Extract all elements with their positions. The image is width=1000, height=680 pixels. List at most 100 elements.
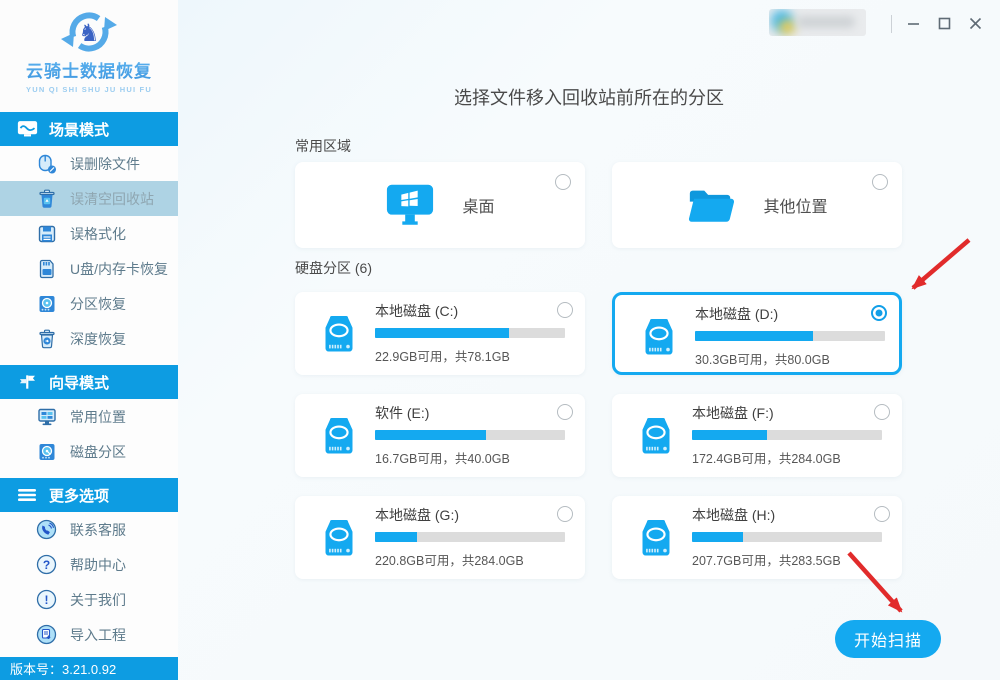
disk-usage-fill: [692, 430, 767, 440]
sidebar-item-label: 联系客服: [70, 521, 126, 538]
sidebar-item-emptied-recycle-bin[interactable]: 误清空回收站: [0, 181, 178, 216]
sidebar-item-label: 导入工程: [70, 626, 126, 643]
menu-icon: [16, 486, 38, 504]
disk-card-h[interactable]: 本地磁盘 (H:) 207.7GB可用，共283.5GB: [612, 496, 902, 579]
hard-drive-icon: [325, 418, 353, 454]
sidebar-item-partition-recovery[interactable]: 分区恢复: [0, 286, 178, 321]
app-window: ♞ 云骑士数据恢复 YUN QI SHI SHU JU HUI FU 场景模式 …: [0, 0, 1000, 680]
mouse-icon: [36, 153, 57, 174]
sidebar-item-label: 关于我们: [70, 591, 126, 608]
disk-name: 本地磁盘 (C:): [375, 303, 459, 319]
app-logo: ♞ 云骑士数据恢复 YUN QI SHI SHU JU HUI FU: [0, 0, 178, 112]
radio-disk-c[interactable]: [557, 302, 573, 318]
titlebar-separator: [891, 15, 892, 33]
disk-capacity: 207.7GB可用，共283.5GB: [692, 554, 841, 568]
disk-card-f[interactable]: 本地磁盘 (F:) 172.4GB可用，共284.0GB: [612, 394, 902, 477]
sidebar-item-about-us[interactable]: ! 关于我们: [0, 582, 178, 617]
radio-disk-e[interactable]: [557, 404, 573, 420]
svg-text:?: ?: [43, 558, 50, 572]
logo-circular-arrows-icon: ♞: [61, 12, 117, 52]
sidebar-item-usb-recovery[interactable]: U盘/内存卡恢复: [0, 251, 178, 286]
sidebar-item-common-locations[interactable]: 常用位置: [0, 399, 178, 434]
sidebar-item-contact-support[interactable]: 联系客服: [0, 512, 178, 547]
sidebar-item-disk-partitions[interactable]: 磁盘分区: [0, 434, 178, 469]
sidebar-item-label: 深度恢复: [70, 330, 126, 347]
card-label: 其他位置: [763, 199, 828, 216]
disk-usage-fill: [692, 532, 743, 542]
disk-name: 本地磁盘 (G:): [375, 507, 459, 523]
sidebar-item-help-center[interactable]: ? 帮助中心: [0, 547, 178, 582]
disk-name: 软件 (E:): [375, 405, 430, 421]
disk-usage-bar: [695, 331, 885, 341]
section-label: 向导模式: [49, 374, 110, 392]
disk-name: 本地磁盘 (D:): [695, 306, 779, 322]
start-scan-button[interactable]: 开始扫描: [835, 620, 941, 658]
disk-icon: [36, 441, 57, 462]
sidebar-item-deleted-files[interactable]: 误删除文件: [0, 146, 178, 181]
minimize-button[interactable]: [900, 10, 926, 36]
disk-name: 本地磁盘 (H:): [692, 507, 776, 523]
disk-card-g[interactable]: 本地磁盘 (G:) 220.8GB可用，共284.0GB: [295, 496, 585, 579]
disk-usage-bar: [375, 430, 565, 440]
sidebar-item-deep-recovery[interactable]: 深度恢复: [0, 321, 178, 356]
close-button[interactable]: [962, 10, 988, 36]
partition-icon: [36, 293, 57, 314]
radio-disk-d[interactable]: [871, 305, 887, 321]
window-controls: [900, 10, 988, 36]
card-other-location[interactable]: 其他位置: [612, 162, 902, 248]
scene-mode-icon: [16, 120, 38, 138]
question-icon: ?: [36, 554, 57, 575]
hard-drive-icon: [642, 418, 670, 454]
sidebar-item-label: 常用位置: [70, 408, 126, 425]
card-desktop[interactable]: 桌面: [295, 162, 585, 248]
monitor-icon: [36, 406, 57, 427]
signpost-icon: [16, 373, 38, 391]
sidebar-section-more-options: 更多选项: [0, 478, 178, 512]
recycle-bin-icon: [36, 188, 57, 209]
close-icon: [969, 17, 981, 29]
sidebar-item-formatted[interactable]: 误格式化: [0, 216, 178, 251]
radio-disk-h[interactable]: [874, 506, 890, 522]
radio-desktop[interactable]: [555, 174, 571, 190]
disk-usage-fill: [375, 430, 486, 440]
partition-section-label: 硬盘分区 (6): [295, 260, 372, 276]
disk-usage-bar: [692, 532, 882, 542]
version-label: 版本号：3.21.0.92: [10, 662, 117, 677]
sidebar-item-label: 分区恢复: [70, 295, 126, 312]
disk-capacity: 172.4GB可用，共284.0GB: [692, 452, 841, 466]
sidebar-item-import-project[interactable]: 导入工程: [0, 617, 178, 652]
disk-capacity: 22.9GB可用，共78.1GB: [375, 350, 510, 364]
blurred-watermark-badge: [769, 9, 866, 36]
sidebar-item-label: 误清空回收站: [70, 190, 154, 207]
disk-card-c[interactable]: 本地磁盘 (C:) 22.9GB可用，共78.1GB: [295, 292, 585, 375]
sidebar-item-label: 帮助中心: [70, 556, 126, 573]
sidebar: ♞ 云骑士数据恢复 YUN QI SHI SHU JU HUI FU 场景模式 …: [0, 0, 178, 680]
section-label: 场景模式: [49, 121, 110, 139]
maximize-icon: [938, 17, 950, 29]
version-bar: 版本号：3.21.0.92: [0, 657, 178, 680]
disk-card-e[interactable]: 软件 (E:) 16.7GB可用，共40.0GB: [295, 394, 585, 477]
app-title: 云骑士数据恢复: [26, 57, 152, 82]
phone-icon: [36, 519, 57, 540]
maximize-button[interactable]: [931, 10, 957, 36]
section-label: 更多选项: [49, 487, 110, 505]
sidebar-section-wizard-mode: 向导模式: [0, 365, 178, 399]
hard-drive-icon: [325, 316, 353, 352]
disk-usage-fill: [375, 328, 510, 338]
disk-usage-fill: [695, 331, 813, 341]
sidebar-item-label: 磁盘分区: [70, 443, 126, 460]
radio-other-location[interactable]: [872, 174, 888, 190]
svg-text:♞: ♞: [78, 20, 100, 47]
hard-drive-icon: [642, 520, 670, 556]
import-icon: [36, 624, 57, 645]
disk-card-d[interactable]: 本地磁盘 (D:) 30.3GB可用，共80.0GB: [612, 292, 902, 375]
hard-drive-icon: [645, 319, 673, 355]
disk-usage-bar: [375, 532, 565, 542]
disk-usage-fill: [375, 532, 418, 542]
app-subtitle: YUN QI SHI SHU JU HUI FU: [26, 85, 152, 94]
radio-disk-g[interactable]: [557, 506, 573, 522]
card-label: 桌面: [462, 199, 495, 216]
radio-disk-f[interactable]: [874, 404, 890, 420]
disk-capacity: 16.7GB可用，共40.0GB: [375, 452, 510, 466]
disk-capacity: 30.3GB可用，共80.0GB: [695, 353, 830, 367]
